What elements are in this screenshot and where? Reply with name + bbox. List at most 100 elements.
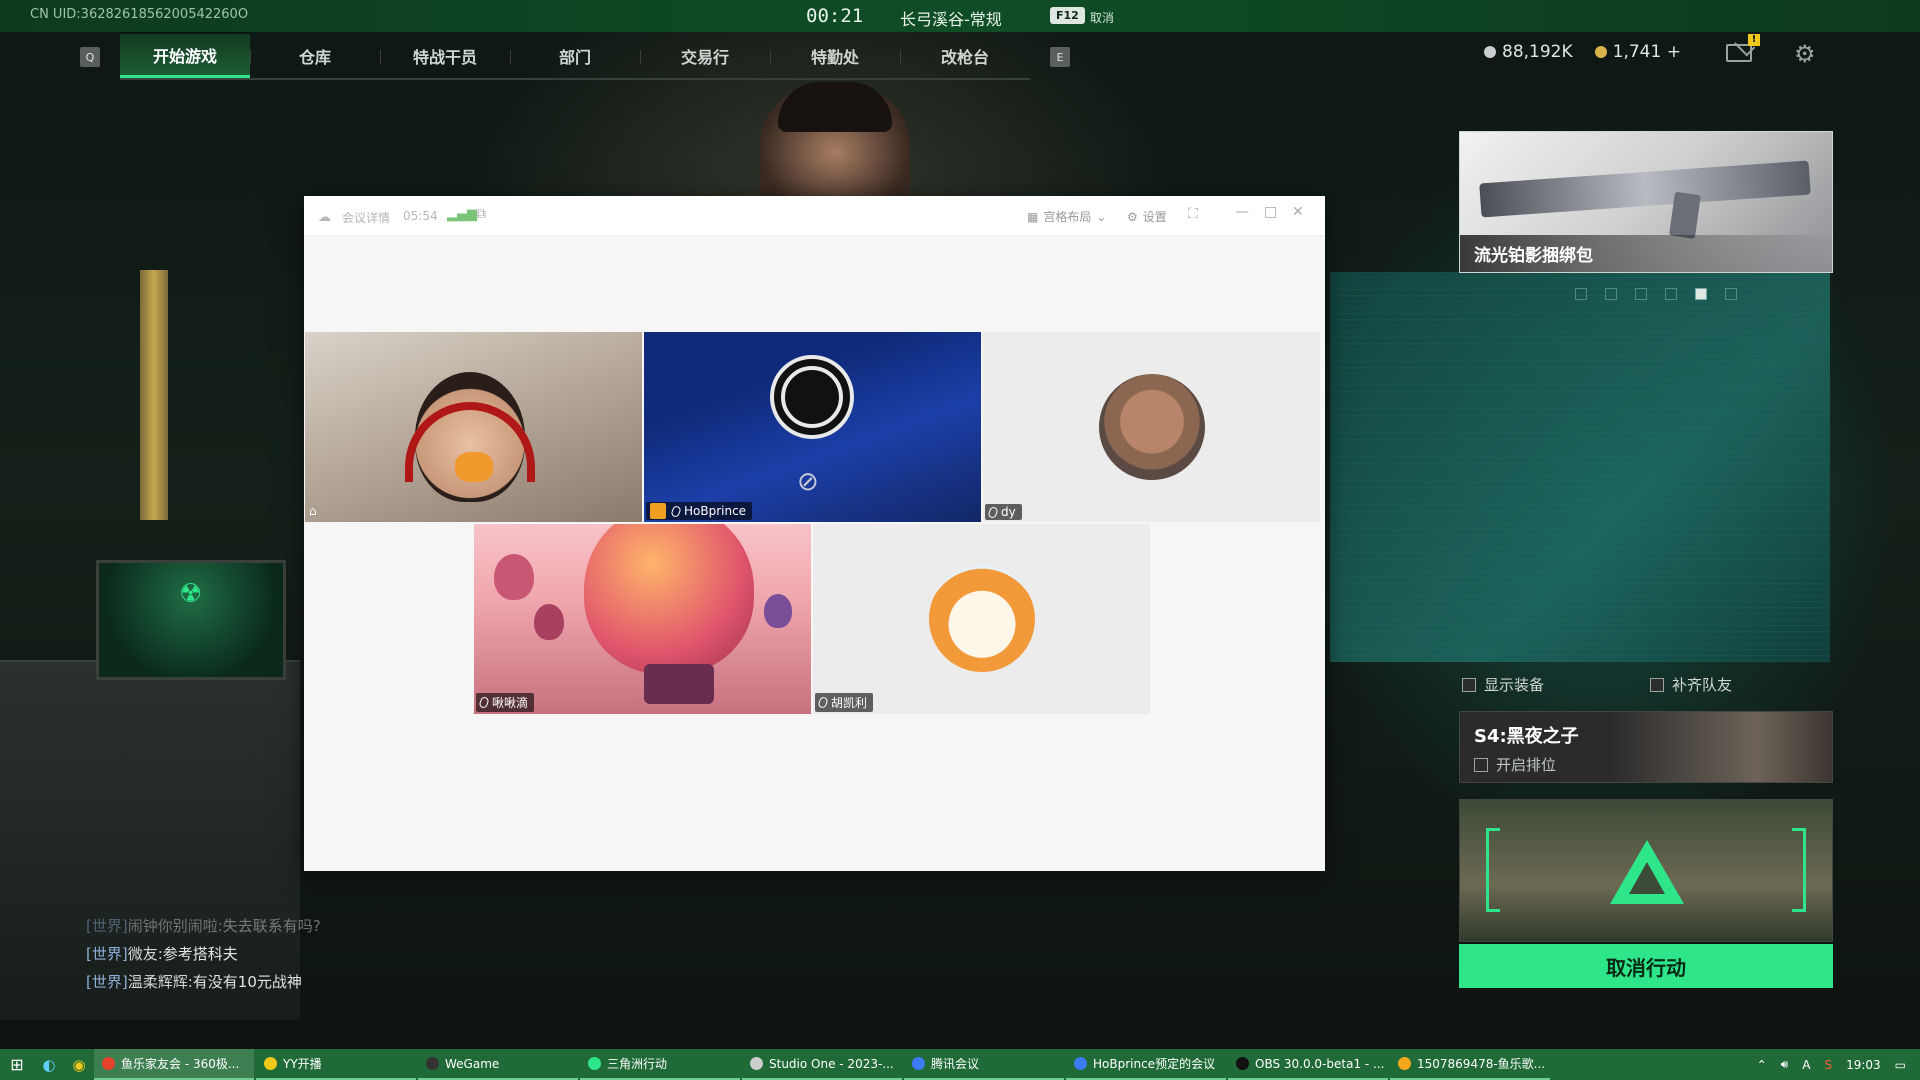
hafu-coin: 88,192K <box>1484 42 1573 62</box>
player-uid: CN UID:3628261856200542260О <box>30 7 249 22</box>
show-gear-checkbox[interactable]: 显示装备 <box>1462 674 1544 695</box>
frame-bracket-right <box>1792 828 1806 912</box>
app-icon <box>750 1057 763 1070</box>
app-icon <box>264 1057 277 1070</box>
tab-trading[interactable]: 交易行 <box>640 34 770 78</box>
notification-icon[interactable]: ▭ <box>1895 1058 1906 1072</box>
bear-avatar <box>1098 374 1205 480</box>
meeting-window: ☁ 会议详情 05:54 ▂▄▆ ⧉ ▦ 宫格布局 ⌄ ⚙ 设置 ⛶ — □ ✕ ⌂ … <box>304 196 1325 871</box>
host-icon <box>650 503 666 519</box>
signal-icon[interactable]: ▂▄▆ <box>447 207 477 222</box>
fill-team-checkbox[interactable]: 补齐队友 <box>1649 674 1732 695</box>
app-icon <box>912 1057 925 1070</box>
grid-layout-button[interactable]: ▦ 宫格布局 ⌄ <box>1027 208 1106 225</box>
carousel-dot[interactable] <box>1725 288 1737 300</box>
participant-video-tile[interactable]: 胡凯利 <box>813 524 1150 714</box>
carousel-dot[interactable] <box>1605 288 1617 300</box>
bundle-title: 流光铂影捆绑包 <box>1460 235 1832 272</box>
carousel-dot[interactable] <box>1635 288 1647 300</box>
chat-sender[interactable]: 闹钟你别闹啦: <box>128 917 223 935</box>
mic-icon <box>987 505 999 519</box>
chevron-up-icon[interactable]: ⌃ <box>1757 1058 1767 1072</box>
settings-button[interactable]: ⚙ 设置 <box>1127 208 1167 225</box>
system-clock[interactable]: 19:03 <box>1846 1058 1881 1072</box>
matchmaking-options: 显示装备 补齐队友 <box>1462 674 1832 695</box>
grid-icon: ▦ <box>1027 209 1039 224</box>
participant-video-tile[interactable]: ⊘ HoBprince <box>644 332 981 522</box>
tab-department[interactable]: 部门 <box>510 34 640 78</box>
mic-icon <box>478 695 490 710</box>
cancel-hint[interactable]: 取消 <box>1090 9 1114 26</box>
taskbar-app[interactable]: 三角洲行动 <box>580 1049 740 1080</box>
pin-icon[interactable]: ⌂ <box>309 504 317 518</box>
taskbar-app[interactable]: OBS 30.0.0-beta1 - ... <box>1228 1049 1388 1080</box>
participant-video-tile[interactable]: dy <box>983 332 1320 522</box>
gold-coin-icon <box>1594 46 1607 58</box>
app-label: 腾讯会议 <box>931 1057 980 1071</box>
tab-start-game[interactable]: 开始游戏 <box>120 34 250 78</box>
close-icon[interactable]: ✕ <box>1292 204 1304 220</box>
taskbar-app[interactable]: 鱼乐家友会 - 360极... <box>94 1049 254 1080</box>
game-status-bar: CN UID:3628261856200542260О 00:21 长弓溪谷-常… <box>0 0 1920 32</box>
chat-channel: [世界] <box>86 945 128 963</box>
windows-start-icon[interactable]: ⊞ <box>0 1049 34 1080</box>
carousel-dot[interactable] <box>1665 288 1677 300</box>
participant-video-tile[interactable]: ⌂ <box>305 332 642 522</box>
ranked-checkbox[interactable]: 开启排位 <box>1474 754 1556 775</box>
participant-label: dy <box>985 504 1022 520</box>
taskbar-app[interactable]: WeGame <box>418 1049 578 1080</box>
chrome-browser-icon[interactable]: ◉ <box>64 1049 94 1080</box>
tab-special-ops[interactable]: 特勤处 <box>770 34 900 78</box>
participant-video-tile[interactable]: 啾啾滴 <box>474 524 811 714</box>
tab-gunsmith[interactable]: 改枪台 <box>900 34 1030 78</box>
input-method-icon[interactable]: A <box>1802 1058 1810 1072</box>
taskbar-app[interactable]: 1507869478-鱼乐歌... <box>1390 1049 1550 1080</box>
app-icon <box>426 1057 439 1070</box>
fullscreen-icon[interactable]: ⛶ <box>1188 206 1198 222</box>
tactical-map-screen <box>1330 272 1830 662</box>
app-label: 鱼乐家友会 - 360极... <box>121 1057 240 1071</box>
edge-browser-icon[interactable]: ◐ <box>34 1049 64 1080</box>
carousel-dot[interactable] <box>1575 288 1587 300</box>
chevron-down-icon: ⌄ <box>1096 209 1107 224</box>
taskbar-app[interactable]: Studio One - 2023-... <box>742 1049 902 1080</box>
volume-icon[interactable]: 🔊︎ <box>1781 1057 1789 1072</box>
season-mode-card[interactable]: S4:黑夜之子 开启排位 <box>1459 711 1833 783</box>
rifle-image <box>1479 160 1811 218</box>
tab-warehouse[interactable]: 仓库 <box>250 34 380 78</box>
participant-name: 胡凯利 <box>831 696 868 710</box>
chat-sender[interactable]: 微友: <box>128 945 163 963</box>
app-label: YY开播 <box>283 1057 322 1071</box>
cancel-action-button[interactable]: 取消行动 <box>1459 944 1833 988</box>
mail-icon[interactable] <box>1726 44 1752 62</box>
chat-sender[interactable]: 温柔辉辉: <box>128 973 193 991</box>
app-label: WeGame <box>445 1056 500 1071</box>
meeting-details-link[interactable]: 会议详情 <box>342 209 390 226</box>
add-currency-button[interactable]: + <box>1667 42 1681 62</box>
carousel-dot-active[interactable] <box>1695 288 1707 300</box>
tab-operators[interactable]: 特战干员 <box>380 34 510 78</box>
taskbar-app[interactable]: HoBprince预定的会议 <box>1066 1049 1226 1080</box>
q-key-hint: Q <box>80 47 100 67</box>
silver-coin-icon <box>1484 46 1496 58</box>
gear-icon[interactable]: ⚙ <box>1794 40 1816 68</box>
map-preview-card[interactable] <box>1459 799 1833 942</box>
app-label: 1507869478-鱼乐歌... <box>1417 1057 1546 1071</box>
premium-coin[interactable]: 1,741 + <box>1594 42 1681 62</box>
taskbar-app[interactable]: YY开播 <box>256 1049 416 1080</box>
checkbox-box[interactable] <box>1474 757 1488 772</box>
chat-text: 失去联系有吗? <box>222 917 321 935</box>
checkbox-box[interactable] <box>1462 677 1476 692</box>
antivirus-icon[interactable]: S <box>1824 1058 1832 1072</box>
minimize-icon[interactable]: — <box>1235 204 1249 220</box>
app-icon <box>1074 1057 1087 1070</box>
app-icon <box>102 1057 115 1070</box>
mic-icon <box>670 504 682 518</box>
taskbar-app[interactable]: 腾讯会议 <box>904 1049 1064 1080</box>
bundle-promo-banner[interactable]: 流光铂影捆绑包 <box>1459 131 1833 273</box>
maximize-icon[interactable]: □ <box>1264 204 1277 220</box>
checkbox-box[interactable] <box>1649 677 1664 692</box>
app-label: HoBprince预定的会议 <box>1093 1057 1216 1071</box>
share-icon[interactable]: ⧉ <box>476 206 486 222</box>
settings-label: 设置 <box>1142 210 1167 224</box>
